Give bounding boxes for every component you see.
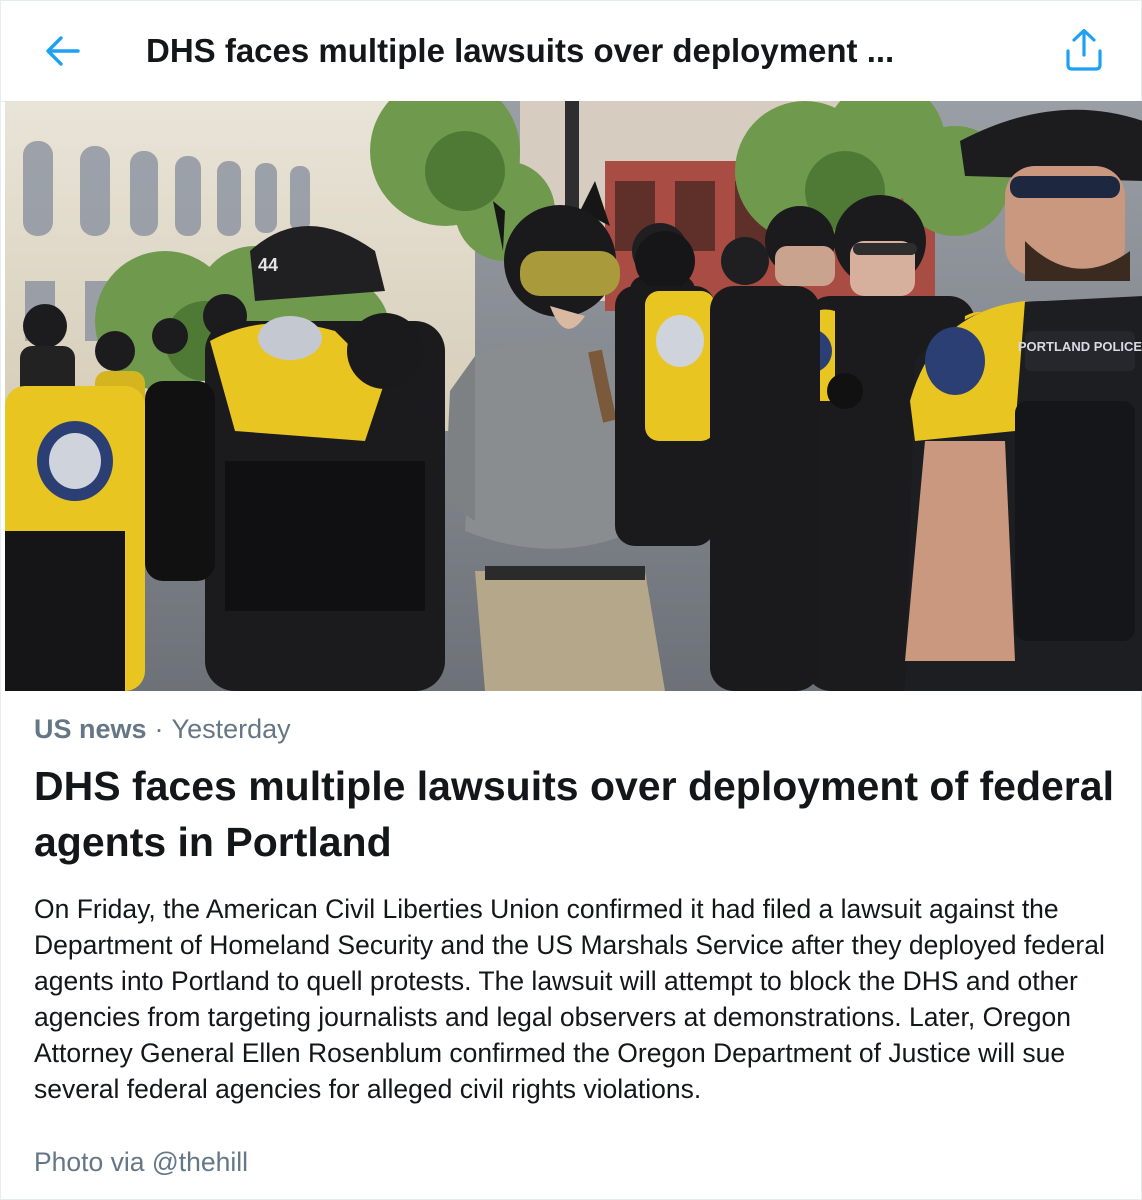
arrow-left-icon xyxy=(46,36,80,66)
article-summary: On Friday, the American Civil Liberties … xyxy=(34,894,1105,1104)
top-bar: DHS faces multiple lawsuits over deploym… xyxy=(1,1,1141,102)
news-source[interactable]: US news xyxy=(34,714,147,744)
back-button[interactable] xyxy=(41,29,85,73)
page-title: DHS faces multiple lawsuits over deploym… xyxy=(146,32,895,69)
article-photo[interactable]: PORTLAND POLICE 44 xyxy=(5,101,1142,691)
article-card: DHS faces multiple lawsuits over deploym… xyxy=(0,0,1142,1200)
share-icon xyxy=(1066,28,1102,71)
article-headline[interactable]: DHS faces multiple lawsuits over deploym… xyxy=(34,758,1114,870)
share-button[interactable] xyxy=(1061,27,1107,73)
article-meta: US news · Yesterday xyxy=(34,711,291,747)
protest-photo-image: PORTLAND POLICE 44 xyxy=(5,101,1142,691)
meta-separator: · xyxy=(154,714,164,744)
patch-text: PORTLAND POLICE xyxy=(1018,339,1142,354)
photo-credit: Photo via @thehill xyxy=(34,1147,248,1177)
article-time: Yesterday xyxy=(171,714,291,744)
helmet-number: 44 xyxy=(258,255,278,275)
